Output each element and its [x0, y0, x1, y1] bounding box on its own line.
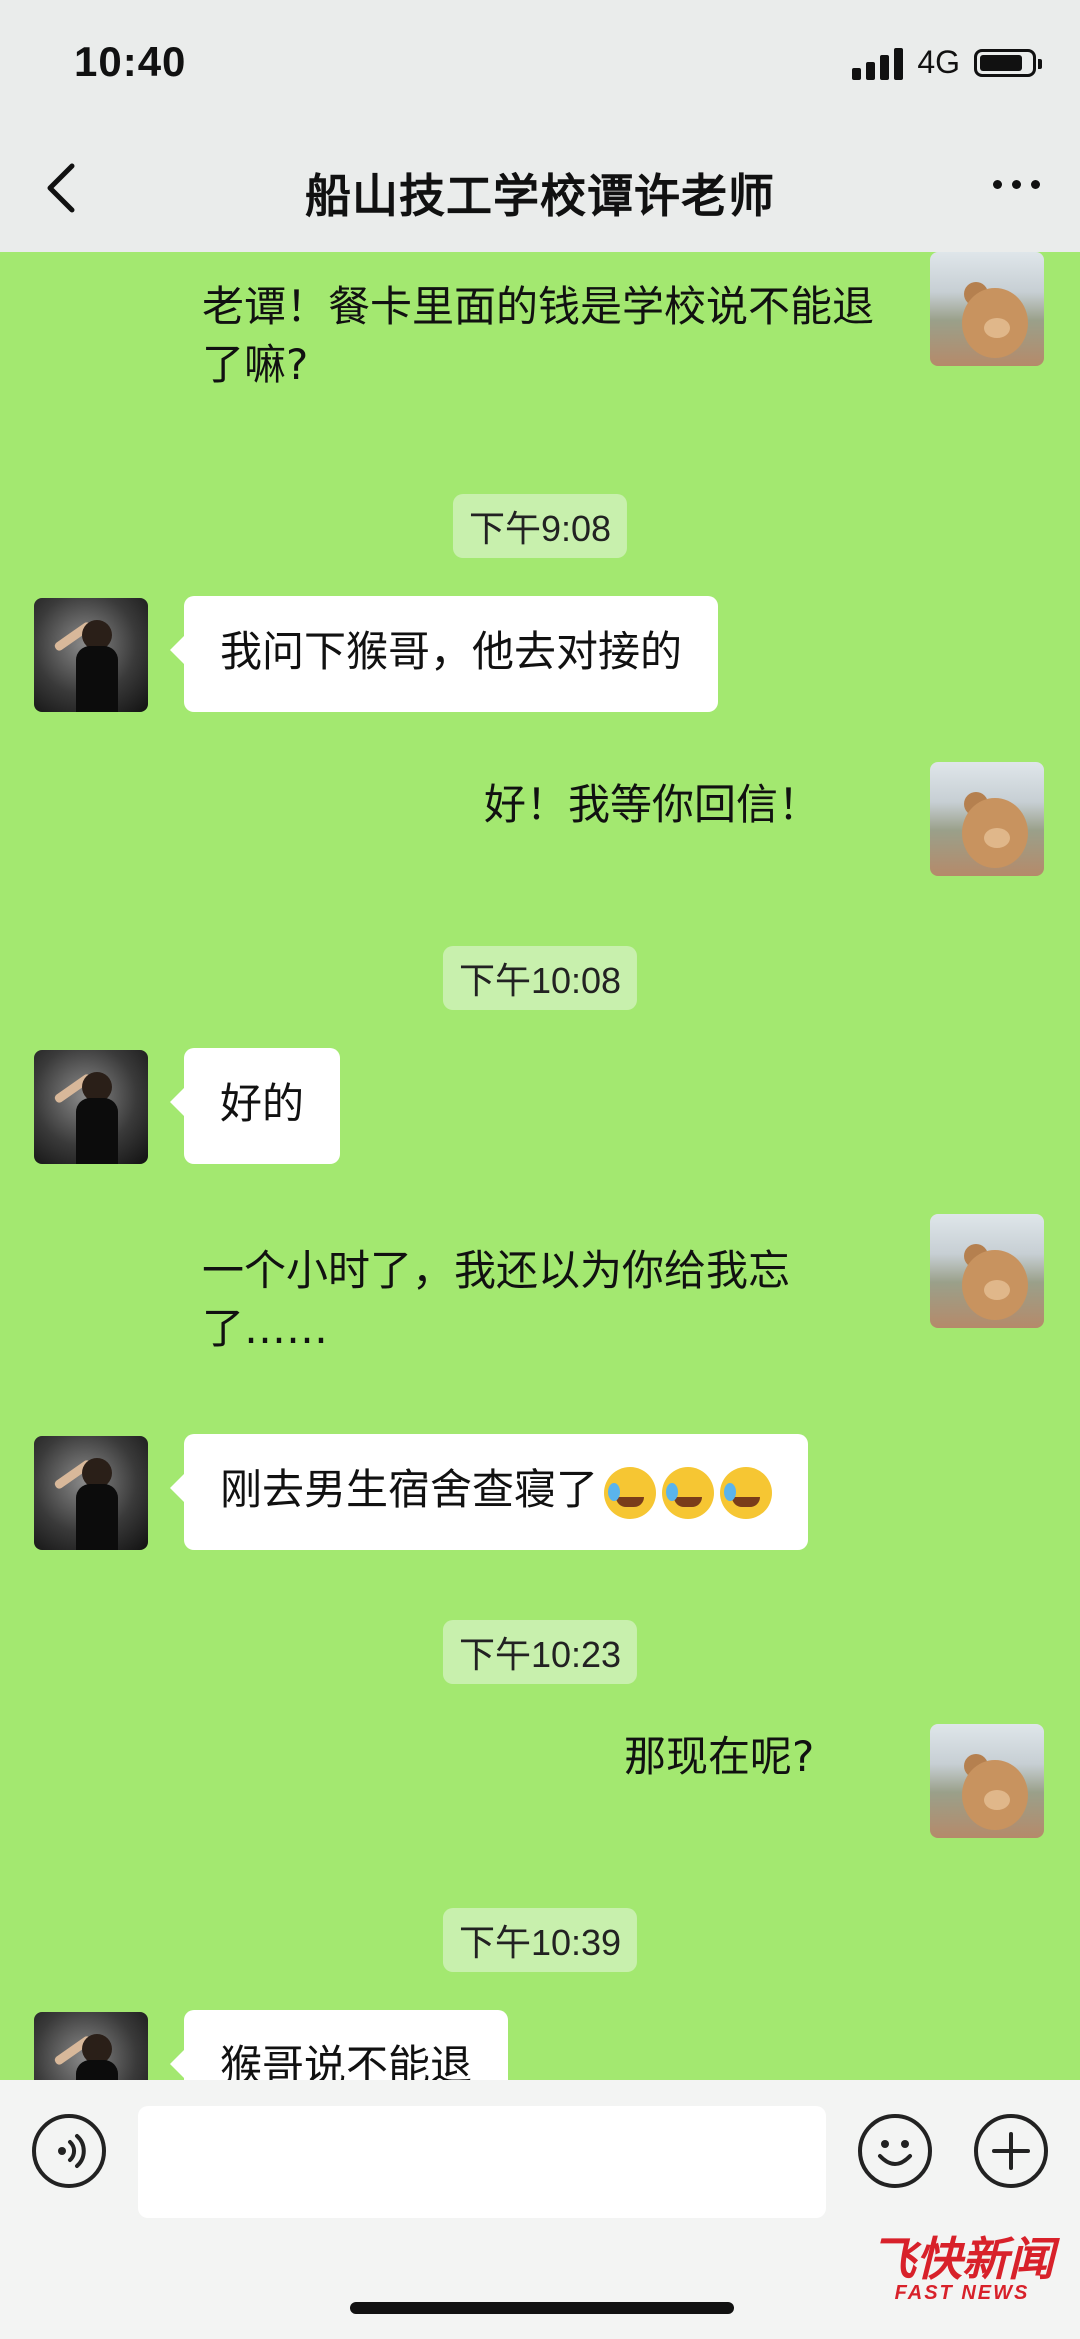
avatar-user[interactable] — [930, 252, 1044, 366]
avatar-user[interactable] — [930, 762, 1044, 876]
watermark-logo: 飞快新闻 FAST NEWS — [870, 2236, 1054, 2305]
chat-title: 船山技工学校谭许老师 — [305, 169, 775, 223]
avatar-teacher[interactable] — [34, 598, 148, 712]
timestamp: 下午10:39 — [442, 1908, 638, 1972]
message-input[interactable] — [138, 2106, 826, 2218]
avatar-teacher[interactable] — [34, 2012, 148, 2080]
battery-icon — [974, 48, 1042, 77]
voice-icon[interactable] — [32, 2114, 106, 2188]
watermark-sub: FAST NEWS — [894, 2282, 1030, 2304]
timestamp: 下午9:08 — [452, 494, 628, 558]
crying-face-icon — [604, 1466, 657, 1519]
message-sent-text: 好！我等你回信！ — [484, 780, 821, 829]
more-dots-icon[interactable] — [993, 180, 1040, 189]
plus-icon[interactable] — [974, 2114, 1048, 2188]
timestamp: 下午10:23 — [442, 1620, 638, 1684]
timestamp: 下午10:08 — [442, 946, 638, 1010]
message-bubble-received[interactable]: 我问下猴哥，他去对接的 — [169, 596, 719, 712]
chevron-left-icon[interactable] — [42, 160, 82, 216]
message-text: 刚去男生宿舍查寝了 — [220, 1465, 599, 1514]
message-sent-text: 老谭！餐卡里面的钱是学校说不能退了嘛? — [202, 282, 875, 389]
network-type: 4G — [917, 44, 960, 80]
status-indicators: 4G — [852, 44, 1042, 81]
message-bubble-received[interactable]: 好的 — [169, 1048, 341, 1164]
avatar-teacher[interactable] — [34, 1436, 148, 1550]
home-indicator[interactable] — [350, 2302, 734, 2314]
chat-area[interactable]: 老谭！餐卡里面的钱是学校说不能退了嘛? 下午9:08 我问下猴哥，他去对接的 好… — [0, 252, 1080, 2080]
crying-face-icon — [662, 1466, 715, 1519]
smiley-icon[interactable] — [858, 2114, 932, 2188]
avatar-teacher[interactable] — [34, 1050, 148, 1164]
message-sent-text: 一个小时了，我还以为你给我忘了…… — [202, 1246, 791, 1353]
avatar-user[interactable] — [930, 1724, 1044, 1838]
status-time: 10:40 — [74, 38, 187, 85]
watermark-main: 飞快新闻 — [870, 2233, 1054, 2285]
message-sent-text: 那现在呢? — [624, 1732, 815, 1781]
top-bar: 10:40 4G 船山技工学校谭许老师 — [0, 0, 1080, 252]
message-bubble-received[interactable]: 猴哥说不能退 — [169, 2010, 509, 2080]
signal-icon — [852, 46, 904, 80]
crying-face-icon — [720, 1466, 773, 1519]
avatar-user[interactable] — [930, 1214, 1044, 1328]
message-bubble-received[interactable]: 刚去男生宿舍查寝了 — [169, 1434, 809, 1550]
